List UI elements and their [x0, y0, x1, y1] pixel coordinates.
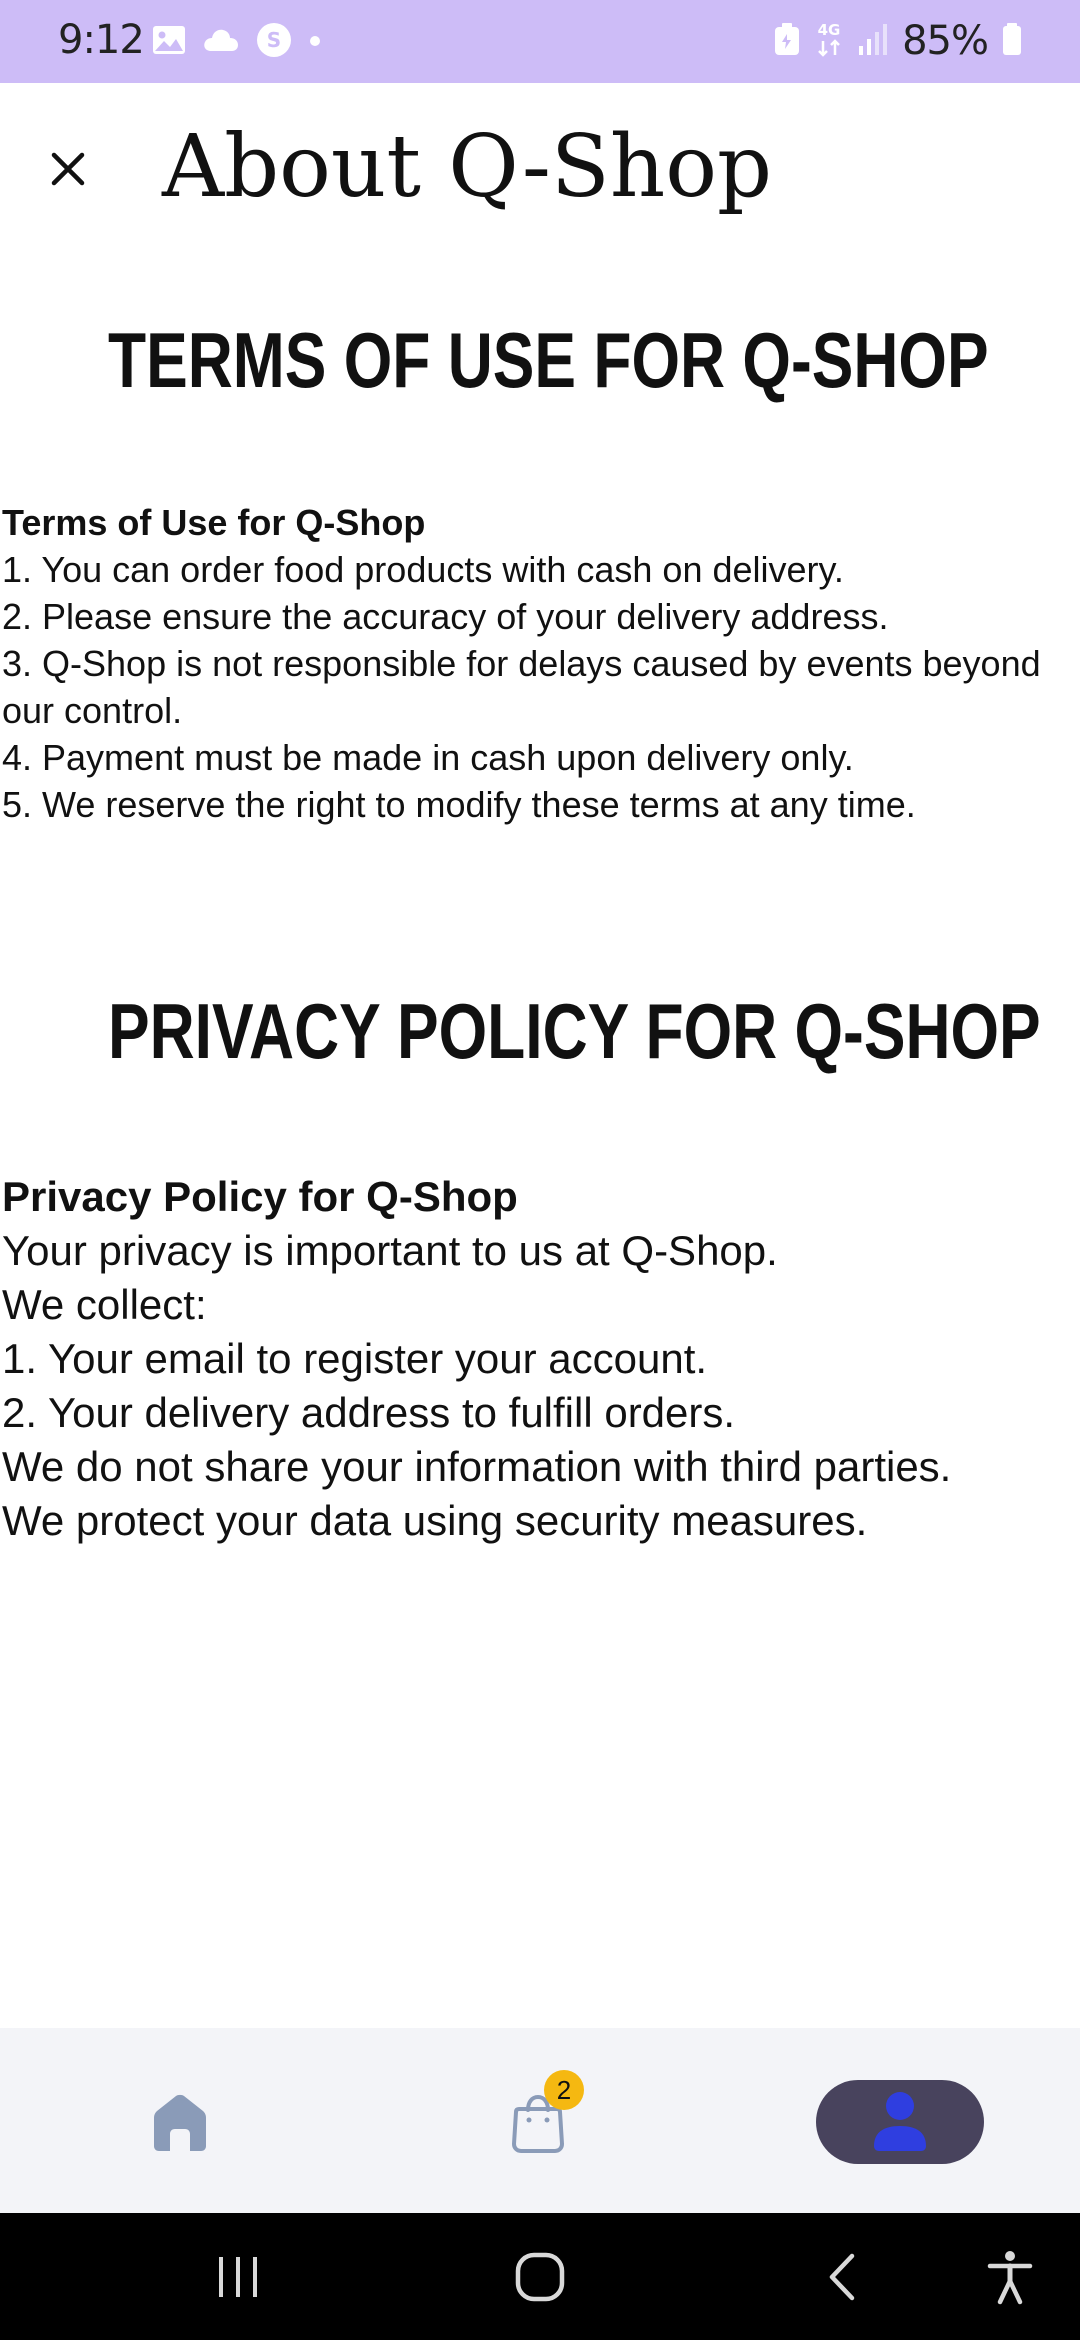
privacy-heading: PRIVACY POLICY FOR Q-SHOP — [108, 987, 1041, 1075]
person-icon — [870, 2088, 930, 2156]
status-icons-left: S — [152, 22, 322, 62]
system-back-button[interactable] — [812, 2249, 872, 2309]
home-icon — [148, 2090, 212, 2158]
back-icon — [822, 2252, 862, 2306]
accessibility-icon — [987, 2249, 1033, 2309]
recents-icon — [213, 2255, 263, 2303]
privacy-line: 1. Your email to register your account. — [2, 1335, 708, 1382]
gallery-icon — [152, 25, 186, 59]
privacy-body: Privacy Policy for Q-Shop Your privacy i… — [2, 1170, 1077, 1548]
bottom-nav: 2 — [0, 2028, 1080, 2213]
page-title: About Q-Shop — [162, 117, 773, 217]
recents-button[interactable] — [208, 2249, 268, 2309]
system-nav-bar — [0, 2213, 1080, 2340]
close-icon — [48, 149, 88, 193]
app-header: About Q-Shop — [0, 83, 1080, 253]
svg-text:4G: 4G — [818, 21, 841, 39]
privacy-line: Your privacy is important to us at Q-Sho… — [2, 1227, 778, 1274]
close-button[interactable] — [30, 133, 106, 209]
terms-title: Terms of Use for Q-Shop — [2, 502, 426, 543]
battery-saver-icon — [774, 22, 800, 60]
terms-body: Terms of Use for Q-Shop 1. You can order… — [2, 499, 1072, 828]
network-4g-icon: 4G — [814, 19, 844, 63]
s-app-icon: S — [256, 22, 292, 62]
nav-profile-button[interactable] — [816, 2080, 984, 2164]
terms-line: 3. Q-Shop is not responsible for delays … — [2, 643, 1041, 731]
privacy-title: Privacy Policy for Q-Shop — [2, 1173, 518, 1220]
terms-heading: TERMS OF USE FOR Q-SHOP — [108, 316, 989, 404]
accessibility-button[interactable] — [980, 2249, 1040, 2309]
signal-icon — [858, 22, 888, 60]
terms-line: 5. We reserve the right to modify these … — [2, 784, 916, 825]
cloud-icon — [202, 27, 240, 57]
status-icons-right: 4G 85% — [774, 17, 1022, 65]
status-time: 9:12 — [58, 17, 145, 63]
battery-icon — [1002, 22, 1022, 60]
privacy-line: We protect your data using security meas… — [2, 1497, 868, 1544]
terms-line: 4. Payment must be made in cash upon del… — [2, 737, 854, 778]
nav-home-button[interactable] — [140, 2084, 220, 2164]
nav-cart-button[interactable]: 2 — [498, 2070, 584, 2164]
battery-percent: 85% — [902, 18, 989, 64]
terms-line: 1. You can order food products with cash… — [2, 549, 844, 590]
cart-count-badge: 2 — [544, 2070, 584, 2110]
privacy-line: We collect: — [2, 1281, 207, 1328]
privacy-line: We do not share your information with th… — [2, 1443, 952, 1490]
dot-icon — [308, 33, 322, 52]
status-bar: 9:12 S 4G 85% — [0, 0, 1080, 83]
system-home-button[interactable] — [510, 2249, 570, 2309]
svg-text:S: S — [267, 28, 281, 52]
terms-line: 2. Please ensure the accuracy of your de… — [2, 596, 889, 637]
home-circle-icon — [514, 2251, 566, 2307]
privacy-line: 2. Your delivery address to fulfill orde… — [2, 1389, 736, 1436]
